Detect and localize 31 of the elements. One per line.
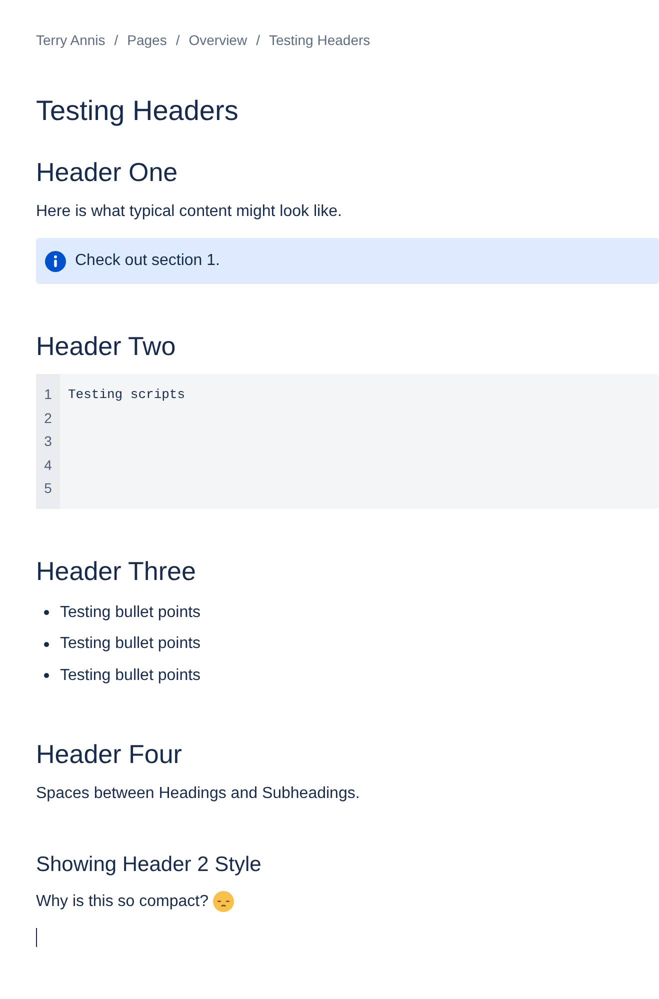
line-number: 2 — [43, 408, 53, 428]
bullet-icon — [44, 610, 49, 615]
info-icon — [45, 250, 66, 272]
breadcrumb-link[interactable]: Terry Annis — [36, 30, 106, 50]
section-heading: Header Three — [36, 555, 196, 587]
breadcrumb-link[interactable]: Overview — [188, 30, 248, 50]
line-number: 5 — [43, 479, 53, 498]
section-heading: Header Two — [36, 330, 176, 362]
code-line: Testing scripts — [68, 386, 186, 404]
breadcrumb-link[interactable]: Testing Headers — [268, 30, 370, 50]
breadcrumb-separator: / — [114, 30, 118, 50]
list-item-text: Testing bullet points — [60, 602, 201, 623]
breadcrumb-separator: / — [256, 30, 260, 50]
text-cursor — [36, 928, 37, 946]
section-heading: Header One — [36, 156, 178, 188]
bullet-icon — [44, 673, 49, 678]
paragraph-text: Here is what typical content might look like. — [36, 202, 342, 222]
subheading: Showing Header 2 Style — [36, 852, 262, 878]
breadcrumb-link[interactable]: Pages — [127, 30, 167, 50]
bullet-icon — [44, 642, 49, 646]
paragraph-text: Why is this so compact? — [36, 892, 208, 912]
line-number: 4 — [43, 456, 53, 474]
breadcrumb-separator: / — [176, 30, 180, 50]
list-item-text: Testing bullet points — [60, 634, 201, 654]
line-number: 1 — [43, 385, 53, 404]
section-heading: Header Four — [36, 738, 182, 770]
list-item-text: Testing bullet points — [60, 666, 201, 686]
info-text: Check out section 1. — [75, 251, 220, 271]
paragraph-text: Spaces between Headings and Subheadings. — [36, 784, 360, 804]
page-title: Testing Headers — [36, 94, 240, 128]
line-number: 3 — [43, 432, 53, 451]
